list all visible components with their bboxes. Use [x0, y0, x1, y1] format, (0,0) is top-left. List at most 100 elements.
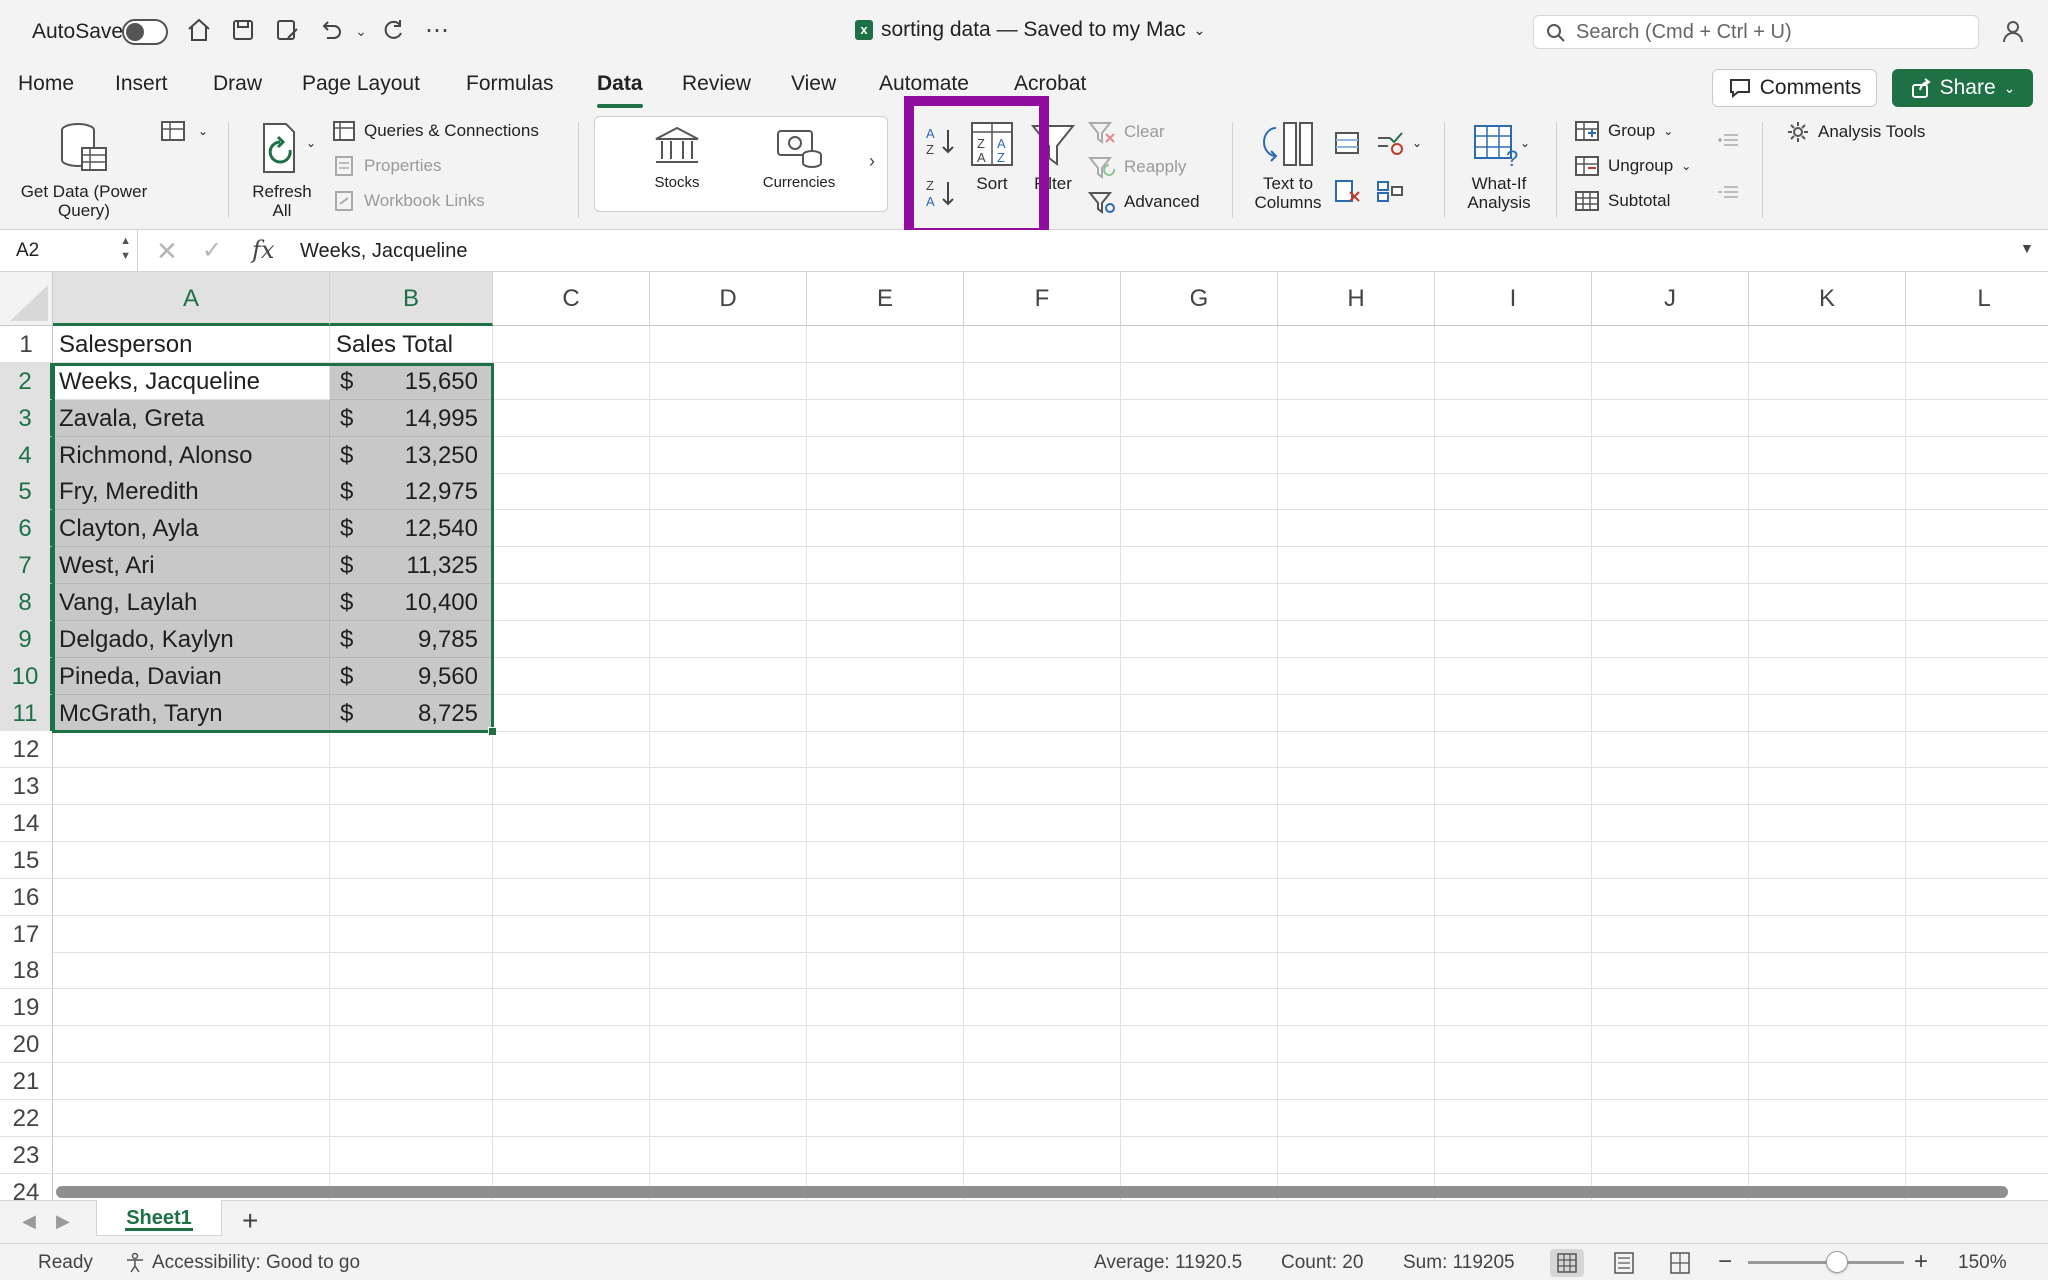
cell-l17[interactable] [1906, 916, 2048, 953]
cell-g20[interactable] [1121, 1026, 1278, 1064]
cell-a8[interactable]: Vang, Laylah [53, 583, 330, 621]
cell-k12[interactable] [1749, 731, 1906, 769]
cell-d4[interactable] [650, 436, 807, 474]
row-header-7[interactable]: 7 [0, 547, 53, 585]
cell-h8[interactable] [1278, 583, 1435, 621]
cell-f8[interactable] [964, 583, 1121, 621]
cell-l13[interactable] [1906, 768, 2048, 806]
status-sum[interactable]: Sum: 119205 [1403, 1252, 1515, 1274]
cell-k9[interactable] [1749, 620, 1906, 658]
cell-g8[interactable] [1121, 583, 1278, 621]
cell-c16[interactable] [493, 878, 650, 916]
cell-d2[interactable] [650, 362, 807, 400]
cell-h6[interactable] [1278, 510, 1435, 548]
currencies-button[interactable]: Currencies [751, 125, 847, 192]
cell-j11[interactable] [1592, 694, 1749, 732]
cell-l1[interactable] [1906, 326, 2048, 363]
cell-e23[interactable] [807, 1136, 964, 1174]
row-header-2[interactable]: 2 [0, 362, 53, 400]
cell-l14[interactable] [1906, 805, 2048, 843]
cell-a20[interactable] [53, 1026, 330, 1064]
cell-a18[interactable] [53, 952, 330, 990]
accessibility-status[interactable]: Accessibility: Good to go [124, 1252, 360, 1274]
cell-c11[interactable] [493, 694, 650, 732]
tab-view[interactable]: View [791, 72, 836, 96]
column-header-i[interactable]: I [1435, 272, 1592, 326]
name-box-spinner-icon[interactable]: ▲ ▼ [120, 234, 131, 264]
what-if-analysis-button[interactable]: ? What-If Analysis [1456, 120, 1542, 212]
cell-e4[interactable] [807, 436, 964, 474]
cell-g4[interactable] [1121, 436, 1278, 474]
cell-c10[interactable] [493, 657, 650, 695]
select-all-corner[interactable] [0, 272, 53, 326]
cell-e14[interactable] [807, 805, 964, 843]
cell-h4[interactable] [1278, 436, 1435, 474]
next-sheet-icon[interactable]: ▶ [56, 1211, 70, 1232]
row-header-14[interactable]: 14 [0, 805, 53, 843]
cell-e5[interactable] [807, 473, 964, 511]
tab-acrobat[interactable]: Acrobat [1014, 72, 1086, 96]
cell-j8[interactable] [1592, 583, 1749, 621]
cell-l6[interactable] [1906, 510, 2048, 548]
consolidate-button[interactable] [1376, 178, 1404, 204]
cell-k5[interactable] [1749, 473, 1906, 511]
cell-d15[interactable] [650, 841, 807, 879]
row-header-11[interactable]: 11 [0, 694, 53, 732]
cell-g15[interactable] [1121, 841, 1278, 879]
cell-i17[interactable] [1435, 915, 1592, 953]
column-header-l[interactable]: L [1906, 272, 2048, 326]
cell-a4[interactable]: Richmond, Alonso [53, 436, 330, 474]
cell-l9[interactable] [1906, 621, 2048, 658]
cell-e17[interactable] [807, 915, 964, 953]
cell-c2[interactable] [493, 362, 650, 400]
cell-a3[interactable]: Zavala, Greta [53, 399, 330, 437]
cell-d22[interactable] [650, 1099, 807, 1137]
cell-g12[interactable] [1121, 731, 1278, 769]
cell-k8[interactable] [1749, 583, 1906, 621]
cell-b18[interactable] [330, 952, 493, 990]
cell-b17[interactable] [330, 915, 493, 953]
cell-g21[interactable] [1121, 1063, 1278, 1100]
cell-f13[interactable] [964, 768, 1121, 806]
cell-h10[interactable] [1278, 657, 1435, 695]
cell-c1[interactable] [493, 326, 650, 363]
row-header-10[interactable]: 10 [0, 657, 53, 695]
cell-h17[interactable] [1278, 915, 1435, 953]
cell-j9[interactable] [1592, 620, 1749, 658]
cell-i5[interactable] [1435, 473, 1592, 511]
cell-j4[interactable] [1592, 436, 1749, 474]
cell-l2[interactable] [1906, 363, 2048, 400]
status-average[interactable]: Average: 11920.5 [1094, 1252, 1242, 1274]
cell-f21[interactable] [964, 1063, 1121, 1100]
cell-a19[interactable] [53, 989, 330, 1027]
cell-h15[interactable] [1278, 841, 1435, 879]
remove-duplicates-button[interactable] [1334, 178, 1362, 204]
redo-icon[interactable] [378, 16, 408, 46]
cell-k2[interactable] [1749, 362, 1906, 400]
cell-a7[interactable]: West, Ari [53, 547, 330, 585]
properties-button[interactable]: Properties [332, 155, 441, 177]
normal-view-button[interactable] [1550, 1249, 1584, 1277]
refresh-all-button[interactable]: Refresh All [244, 120, 320, 220]
cell-j14[interactable] [1592, 805, 1749, 843]
cell-g3[interactable] [1121, 399, 1278, 437]
cell-c4[interactable] [493, 436, 650, 474]
cell-d14[interactable] [650, 805, 807, 843]
undo-dropdown-icon[interactable]: ⌄ [346, 16, 376, 46]
cell-c7[interactable] [493, 547, 650, 585]
cell-l4[interactable] [1906, 437, 2048, 474]
cell-i22[interactable] [1435, 1099, 1592, 1137]
cell-j1[interactable] [1592, 326, 1749, 363]
group-button[interactable]: Group ⌄ [1574, 120, 1673, 142]
cell-e13[interactable] [807, 768, 964, 806]
cell-l8[interactable] [1906, 584, 2048, 621]
cell-i6[interactable] [1435, 510, 1592, 548]
undo-icon[interactable] [316, 16, 346, 46]
cell-d11[interactable] [650, 694, 807, 732]
cell-k1[interactable] [1749, 326, 1906, 363]
cell-f6[interactable] [964, 510, 1121, 548]
page-layout-view-button[interactable] [1607, 1249, 1641, 1277]
cell-j21[interactable] [1592, 1063, 1749, 1100]
row-header-17[interactable]: 17 [0, 915, 53, 953]
tab-page-layout[interactable]: Page Layout [302, 72, 420, 96]
